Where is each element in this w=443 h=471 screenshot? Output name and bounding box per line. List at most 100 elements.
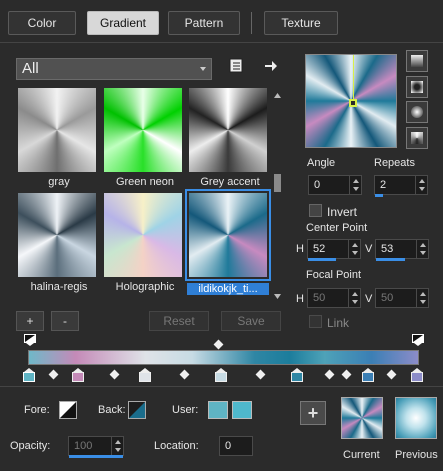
center-v-spinner[interactable] bbox=[416, 240, 428, 258]
opacity-label: Opacity: bbox=[10, 440, 51, 452]
sunburst-style-button[interactable] bbox=[406, 101, 428, 123]
tab-texture[interactable]: Texture bbox=[264, 11, 338, 35]
category-select[interactable]: All bbox=[16, 58, 212, 80]
center-v-level-bar bbox=[376, 258, 405, 261]
focal-h-spinner[interactable] bbox=[348, 289, 360, 307]
angle-handle-line bbox=[353, 55, 354, 101]
gradient-thumb-halina-regis[interactable]: halina-regis bbox=[18, 193, 96, 293]
scroll-down-icon[interactable] bbox=[274, 290, 281, 302]
back-label: Back: bbox=[98, 404, 126, 416]
tab-gradient[interactable]: Gradient bbox=[87, 11, 159, 35]
fore-swatch[interactable] bbox=[59, 401, 77, 419]
color-midpoint[interactable] bbox=[48, 369, 59, 380]
center-point-handle[interactable] bbox=[349, 99, 357, 107]
location-input[interactable]: 0 bbox=[219, 436, 253, 456]
color-midpoint[interactable] bbox=[255, 369, 266, 380]
user-swatch-1[interactable] bbox=[208, 401, 228, 419]
chevron-down-icon bbox=[200, 67, 206, 71]
gradient-bar[interactable] bbox=[28, 350, 419, 365]
gradient-thumb-green-neon[interactable]: Green neon bbox=[104, 88, 182, 188]
tab-color[interactable]: Color bbox=[8, 11, 76, 35]
opacity-stop-right[interactable] bbox=[412, 334, 424, 347]
color-stop[interactable] bbox=[215, 368, 227, 382]
fore-label: Fore: bbox=[24, 404, 50, 416]
scrollbar-thumb[interactable] bbox=[274, 174, 281, 192]
radial-style-icon bbox=[411, 132, 423, 144]
back-swatch[interactable] bbox=[128, 401, 146, 419]
user-swatch-2[interactable] bbox=[232, 401, 252, 419]
invert-label: Invert bbox=[327, 205, 358, 219]
opacity-spinner[interactable] bbox=[111, 437, 123, 455]
angle-spinner[interactable] bbox=[349, 176, 361, 194]
location-label: Location: bbox=[154, 440, 199, 452]
color-stop[interactable] bbox=[362, 368, 374, 382]
focal-v-label: V bbox=[365, 293, 373, 305]
radial-style-button[interactable] bbox=[406, 127, 428, 149]
layer-icon[interactable] bbox=[229, 58, 244, 74]
angle-input[interactable]: 0 bbox=[308, 175, 362, 195]
color-midpoint[interactable] bbox=[341, 369, 352, 380]
color-stop[interactable] bbox=[72, 368, 84, 382]
center-h-label: H bbox=[296, 243, 304, 255]
focal-v-input[interactable]: 50 bbox=[375, 288, 429, 308]
current-preview[interactable] bbox=[341, 397, 383, 439]
save-button[interactable]: Save bbox=[221, 311, 281, 331]
arrow-right-icon[interactable] bbox=[264, 59, 278, 73]
focal-h-label: H bbox=[296, 293, 304, 305]
focal-point-label: Focal Point bbox=[306, 269, 362, 281]
gradient-thumb-ildikokjk[interactable]: ildikokjk_ti... bbox=[185, 189, 271, 295]
link-label: Link bbox=[327, 316, 350, 330]
rectangular-style-icon bbox=[411, 81, 423, 93]
current-label: Current bbox=[343, 449, 380, 461]
invert-checkbox[interactable] bbox=[309, 204, 322, 217]
user-label: User: bbox=[172, 404, 199, 416]
remove-gradient-button[interactable]: - bbox=[51, 311, 79, 331]
previous-label: Previous bbox=[395, 449, 438, 461]
linear-style-icon bbox=[411, 55, 423, 67]
bottom-divider bbox=[0, 386, 443, 387]
thumbnail-scrollbar[interactable] bbox=[273, 88, 282, 299]
center-point-label: Center Point bbox=[306, 222, 368, 234]
tab-separator bbox=[251, 12, 252, 34]
center-h-spinner[interactable] bbox=[348, 240, 360, 258]
focal-v-spinner[interactable] bbox=[416, 289, 428, 307]
opacity-input[interactable]: 100 bbox=[68, 436, 124, 458]
opacity-stop-left[interactable] bbox=[24, 334, 36, 347]
color-stop[interactable] bbox=[23, 368, 35, 382]
link-checkbox[interactable] bbox=[309, 315, 322, 328]
color-midpoint[interactable] bbox=[386, 369, 397, 380]
center-h-level-bar bbox=[308, 258, 336, 261]
category-select-value: All bbox=[22, 60, 39, 77]
previous-preview[interactable] bbox=[395, 397, 437, 439]
tab-pattern[interactable]: Pattern bbox=[168, 11, 240, 35]
color-stop[interactable] bbox=[291, 368, 303, 382]
color-midpoint[interactable] bbox=[324, 369, 335, 380]
repeats-label: Repeats bbox=[374, 157, 415, 169]
add-to-swatches-button[interactable]: + bbox=[300, 401, 326, 425]
opacity-level-bar bbox=[69, 455, 123, 458]
opacity-midpoint[interactable] bbox=[213, 339, 224, 350]
focal-h-input[interactable]: 50 bbox=[307, 288, 361, 308]
center-v-input[interactable]: 53 bbox=[375, 239, 429, 261]
gradient-preview[interactable] bbox=[305, 54, 397, 148]
scroll-up-icon[interactable] bbox=[274, 89, 281, 101]
repeats-spinner[interactable] bbox=[415, 176, 427, 194]
gradient-thumb-grey-accent[interactable]: Grey accent bbox=[189, 88, 267, 188]
tab-divider bbox=[0, 42, 443, 43]
repeats-input[interactable]: 2 bbox=[374, 175, 428, 197]
gradient-thumb-holographic[interactable]: Holographic bbox=[104, 193, 182, 293]
color-midpoint[interactable] bbox=[109, 369, 120, 380]
rectangular-style-button[interactable] bbox=[406, 76, 428, 98]
center-v-label: V bbox=[365, 243, 373, 255]
center-h-input[interactable]: 52 bbox=[307, 239, 361, 261]
reset-button[interactable]: Reset bbox=[149, 311, 209, 331]
color-stop[interactable] bbox=[411, 368, 423, 382]
linear-style-button[interactable] bbox=[406, 50, 428, 72]
repeats-level-bar bbox=[375, 194, 383, 197]
color-stop[interactable] bbox=[139, 368, 151, 382]
gradient-thumb-gray[interactable]: gray bbox=[18, 88, 96, 188]
add-gradient-button[interactable]: + bbox=[16, 311, 44, 331]
sunburst-style-icon bbox=[411, 106, 423, 118]
color-midpoint[interactable] bbox=[179, 369, 190, 380]
angle-label: Angle bbox=[307, 157, 336, 169]
